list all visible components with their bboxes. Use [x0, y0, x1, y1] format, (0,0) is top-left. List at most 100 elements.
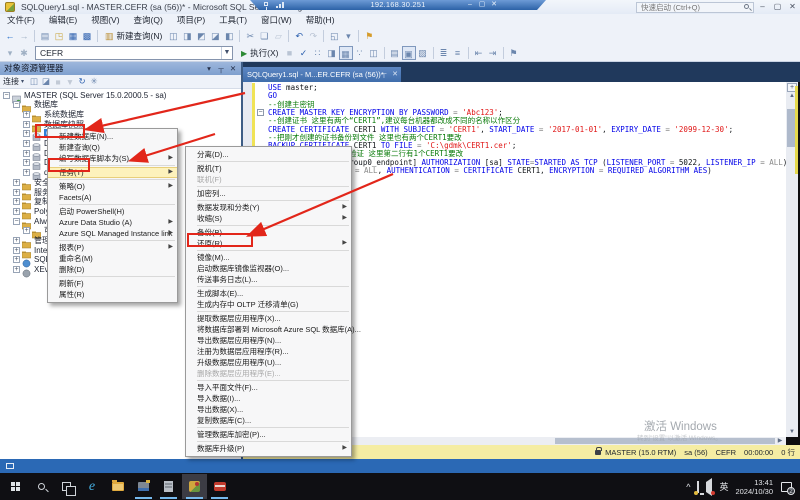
task-submenu-item-10[interactable]: 传送事务日志(L)...: [186, 274, 351, 285]
expand-icon[interactable]: +: [13, 179, 20, 186]
task-view-button[interactable]: [54, 474, 79, 499]
context-menu-item-10[interactable]: 重命名(M): [48, 253, 177, 264]
paste-icon[interactable]: ▱: [271, 29, 285, 43]
context-menu-item-8[interactable]: Azure SQL Managed Instance link▶: [48, 228, 177, 239]
context-menu-item-0[interactable]: 新建数据库(N)...: [48, 131, 177, 142]
indent-icon[interactable]: ⇥: [486, 46, 500, 60]
context-menu-item-11[interactable]: 删除(D): [48, 264, 177, 275]
results-text-icon[interactable]: ▤: [388, 46, 402, 60]
cancel-query-icon[interactable]: ■: [283, 46, 297, 60]
restore-button[interactable]: ▢: [771, 1, 784, 13]
start-button[interactable]: [3, 474, 28, 499]
context-menu-item-7[interactable]: Azure Data Studio (A)▶: [48, 217, 177, 228]
tree-item-1[interactable]: −数据库: [0, 100, 241, 110]
tab-close-icon[interactable]: ✕: [390, 67, 400, 82]
task-submenu-item-1[interactable]: 脱机(T): [186, 163, 351, 174]
collapse-icon[interactable]: −: [13, 101, 20, 108]
expand-icon[interactable]: +: [23, 227, 30, 234]
context-menu-item-5[interactable]: Facets(A): [48, 192, 177, 203]
actual-plan-icon[interactable]: ◫: [367, 46, 381, 60]
expand-icon[interactable]: +: [23, 150, 30, 157]
oe-server-connect-icon[interactable]: ◫: [28, 76, 40, 87]
save-icon[interactable]: ▦: [66, 29, 80, 43]
new-connection-query-icon[interactable]: ◫: [166, 29, 180, 43]
tray-chevron-icon[interactable]: ^: [686, 482, 690, 492]
xmla-query-icon[interactable]: ◧: [222, 29, 236, 43]
minimize-button[interactable]: –: [756, 1, 769, 13]
expand-icon[interactable]: +: [13, 198, 20, 205]
context-menu-item-6[interactable]: 启动 PowerShell(H): [48, 206, 177, 217]
database-combo[interactable]: CEFR▼: [35, 46, 233, 60]
context-menu-item-13[interactable]: 属性(R): [48, 289, 177, 300]
task-submenu-item-3[interactable]: 加密列...: [186, 188, 351, 199]
new-query-button[interactable]: ▥新建查询(N): [101, 29, 166, 44]
mdx-query-icon[interactable]: ◩: [194, 29, 208, 43]
availability-icon[interactable]: ▾: [3, 46, 17, 60]
window-layout-icon[interactable]: ◱: [327, 29, 341, 43]
oe-refresh-icon[interactable]: ↻: [76, 76, 88, 87]
context-menu-item-1[interactable]: 新建查询(Q): [48, 142, 177, 153]
connect-dropdown-icon[interactable]: ▾: [21, 78, 24, 85]
task-submenu-item-23[interactable]: 管理数据库加密(P)...: [186, 429, 351, 440]
oe-pin-icon[interactable]: ┬: [215, 62, 227, 75]
expand-icon[interactable]: +: [13, 266, 20, 273]
document-tab[interactable]: SQLQuery1.sql - M...ER.CEFR (sa (56))* ┬…: [243, 67, 401, 82]
cut-icon[interactable]: ✂: [243, 29, 257, 43]
expand-icon[interactable]: +: [23, 111, 30, 118]
scroll-right-icon[interactable]: ▶: [775, 437, 785, 445]
menubar-item-2[interactable]: 视图(V): [84, 14, 126, 27]
task-submenu-item-12[interactable]: 生成内存中 OLTP 迁移清单(G): [186, 299, 351, 310]
vertical-scrollbar[interactable]: + ▲ ▼: [786, 82, 798, 437]
new-project-icon[interactable]: ▤: [38, 29, 52, 43]
context-menu-item-4[interactable]: 策略(O)▶: [48, 181, 177, 192]
tab-pin-icon[interactable]: ┬: [379, 67, 389, 82]
uncomment-icon[interactable]: ≡: [451, 46, 465, 60]
collapse-icon[interactable]: −: [13, 218, 20, 225]
context-menu-item-12[interactable]: 刷新(F): [48, 278, 177, 289]
profiler-icon[interactable]: ✱: [17, 46, 31, 60]
quick-launch-input[interactable]: [636, 2, 754, 13]
context-menu-item-3[interactable]: 任务(T)▶: [48, 167, 177, 178]
task-submenu-item-0[interactable]: 分离(D)...: [186, 149, 351, 160]
undo-icon[interactable]: ↶: [292, 29, 306, 43]
task-submenu-item-5[interactable]: 收缩(S)▶: [186, 213, 351, 224]
menubar-item-3[interactable]: 查询(Q): [127, 14, 170, 27]
task-submenu-item-16[interactable]: 注册为数据层应用程序(R)...: [186, 346, 351, 357]
expand-icon[interactable]: +: [23, 159, 30, 166]
server-manager-icon[interactable]: [131, 474, 156, 499]
expand-icon[interactable]: +: [13, 237, 20, 244]
results-file-icon[interactable]: ▨: [416, 46, 430, 60]
rdp-minimize-button[interactable]: –: [464, 0, 476, 10]
menubar-item-7[interactable]: 帮助(H): [299, 14, 342, 27]
execute-button[interactable]: ▶执行(X): [237, 46, 283, 61]
db-engine-query-icon[interactable]: ◨: [180, 29, 194, 43]
expand-icon[interactable]: +: [13, 247, 20, 254]
copy-icon[interactable]: ❏: [257, 29, 271, 43]
menubar-item-1[interactable]: 编辑(E): [42, 14, 84, 27]
menubar-item-6[interactable]: 窗口(W): [254, 14, 299, 27]
tree-item-2[interactable]: +系统数据库: [0, 109, 241, 119]
live-stats-icon[interactable]: ▦: [339, 46, 353, 60]
oe-stop-icon[interactable]: ■: [52, 77, 64, 87]
analyze-icon[interactable]: ∷: [311, 46, 325, 60]
task-submenu-item-6[interactable]: 备份(B)...: [186, 227, 351, 238]
action-center-icon[interactable]: 2: [781, 482, 792, 492]
menubar-item-5[interactable]: 工具(T): [212, 14, 254, 27]
task-submenu-item-11[interactable]: 生成脚本(E)...: [186, 288, 351, 299]
combo-dropdown-icon[interactable]: ▼: [221, 47, 232, 59]
oe-close-icon[interactable]: ✕: [227, 62, 239, 75]
rdp-restore-button[interactable]: ▢: [476, 0, 488, 10]
task-submenu-item-21[interactable]: 导出数据(X)...: [186, 404, 351, 415]
nav-back-icon[interactable]: ←: [3, 29, 17, 43]
close-button[interactable]: ✕: [786, 1, 799, 13]
flag-icon[interactable]: ⚑: [362, 29, 376, 43]
rdp-close-button[interactable]: ✕: [488, 0, 500, 10]
scroll-down-icon[interactable]: ▼: [786, 428, 798, 437]
task-submenu-item-22[interactable]: 复制数据库(C)...: [186, 415, 351, 426]
task-submenu-item-8[interactable]: 镜像(M)...: [186, 252, 351, 263]
ie-icon[interactable]: e: [80, 474, 105, 499]
outdent-icon[interactable]: ⇤: [472, 46, 486, 60]
client-stats-icon[interactable]: ∵: [353, 46, 367, 60]
task-submenu-item-20[interactable]: 导入数据(I)...: [186, 393, 351, 404]
code-fold-icon[interactable]: −: [257, 109, 264, 116]
